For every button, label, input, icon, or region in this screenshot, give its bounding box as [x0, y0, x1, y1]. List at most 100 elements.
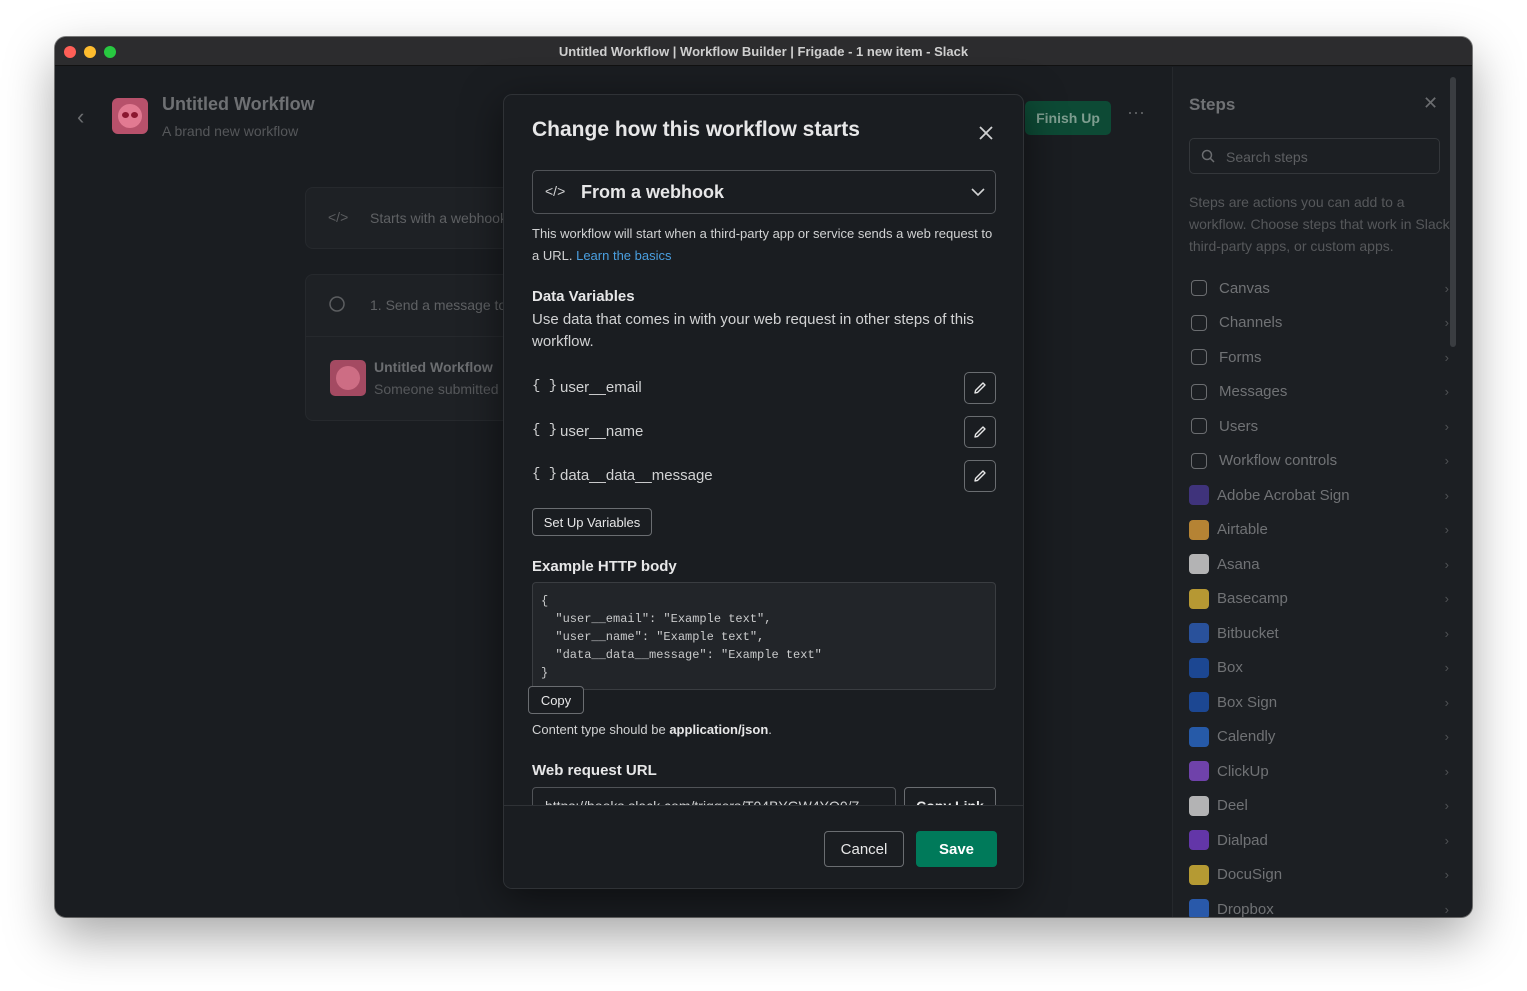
more-options-icon[interactable]: ⋯	[1127, 103, 1146, 124]
edit-variable-button[interactable]	[964, 460, 996, 492]
box-sign-icon	[1189, 692, 1209, 713]
chevron-down-icon	[971, 188, 985, 197]
chevron-right-icon: ›	[1444, 349, 1449, 365]
variable-row: { } user__name	[532, 416, 996, 448]
step-item-label: Users	[1219, 417, 1259, 435]
content-type-note: Content type should be application/json.	[532, 722, 772, 737]
step-item[interactable]: Canvas ›	[1189, 271, 1449, 306]
clickup-icon	[1189, 761, 1209, 782]
braces-icon: { }	[532, 422, 558, 438]
chevron-right-icon: ›	[1444, 867, 1449, 883]
close-icon[interactable]: ✕	[1423, 93, 1438, 114]
message-icon	[328, 295, 346, 316]
step-item[interactable]: ClickUp ›	[1189, 754, 1449, 789]
step-item[interactable]: Dialpad ›	[1189, 823, 1449, 858]
web-request-url-field[interactable]: https://hooks.slack.com/triggers/T04BYGW…	[532, 787, 896, 805]
trigger-type-select[interactable]: </> From a webhook	[532, 170, 996, 214]
step-item[interactable]: Bitbucket ›	[1189, 616, 1449, 651]
step-item-label: Dropbox	[1217, 900, 1274, 917]
box-icon	[1189, 657, 1209, 678]
save-button[interactable]: Save	[916, 831, 997, 867]
step-item[interactable]: Basecamp ›	[1189, 582, 1449, 617]
step-item[interactable]: Deel ›	[1189, 789, 1449, 824]
canvas-icon	[1191, 280, 1207, 297]
window-title: Untitled Workflow | Workflow Builder | F…	[558, 44, 969, 59]
step-item[interactable]: Workflow controls ›	[1189, 444, 1449, 479]
step-item[interactable]: Forms ›	[1189, 340, 1449, 375]
trigger-description: This workflow will start when a third-pa…	[532, 223, 1000, 267]
step-item-label: Forms	[1219, 348, 1262, 366]
variable-name: data__data__message	[560, 467, 713, 484]
slack-icon	[1191, 452, 1207, 469]
step-item[interactable]: Asana ›	[1189, 547, 1449, 582]
chevron-right-icon: ›	[1444, 763, 1449, 779]
chevron-right-icon: ›	[1444, 384, 1449, 400]
pencil-icon	[974, 470, 986, 482]
step-item-label: Deel	[1217, 797, 1248, 815]
trigger-type-label: From a webhook	[581, 182, 725, 202]
modal-title: Change how this workflow starts	[532, 118, 860, 141]
dialpad-icon	[1189, 830, 1209, 851]
step-item[interactable]: DocuSign ›	[1189, 858, 1449, 893]
step-item[interactable]: Airtable ›	[1189, 513, 1449, 548]
data-variables-description: Use data that comes in with your web req…	[532, 311, 974, 350]
workflow-subtitle: A brand new workflow	[162, 123, 299, 139]
step-item[interactable]: Calendly ›	[1189, 720, 1449, 755]
step-item-label: Channels	[1219, 314, 1283, 332]
scrollbar[interactable]	[1450, 77, 1456, 347]
step-list: Canvas › Channels › Forms › Messages › Users › Wor…	[1189, 271, 1449, 917]
close-icon[interactable]	[974, 121, 998, 145]
copy-link-button[interactable]: Copy Link	[904, 787, 996, 805]
calendly-icon	[1189, 726, 1209, 747]
learn-basics-link[interactable]: Learn the basics	[576, 248, 671, 263]
chevron-right-icon: ›	[1444, 315, 1449, 331]
chevron-right-icon: ›	[1444, 453, 1449, 469]
steps-panel: Steps ✕ Steps are actions you can add to…	[1172, 67, 1472, 917]
finish-up-button[interactable]: Finish Up	[1025, 101, 1111, 135]
chevron-right-icon: ›	[1444, 418, 1449, 434]
step-item[interactable]: Dropbox ›	[1189, 892, 1449, 917]
edit-variable-button[interactable]	[964, 416, 996, 448]
variable-name: user__email	[560, 379, 642, 396]
variable-row: { } user__email	[532, 372, 996, 404]
set-up-variables-button[interactable]: Set Up Variables	[532, 508, 652, 536]
chevron-right-icon: ›	[1444, 901, 1449, 917]
hash-icon	[1191, 314, 1207, 331]
step-item-label: Messages	[1219, 383, 1288, 401]
titlebar: Untitled Workflow | Workflow Builder | F…	[55, 37, 1472, 66]
step-item[interactable]: Adobe Acrobat Sign ›	[1189, 478, 1449, 513]
chevron-right-icon: ›	[1444, 832, 1449, 848]
deel-icon	[1189, 795, 1209, 816]
search-input[interactable]	[1226, 147, 1426, 167]
basecamp-icon	[1189, 588, 1209, 609]
app-window: Untitled Workflow | Workflow Builder | F…	[55, 37, 1472, 917]
search-steps[interactable]	[1189, 138, 1440, 174]
copy-button[interactable]: Copy	[528, 686, 584, 714]
step-item-label: Workflow controls	[1219, 452, 1338, 470]
chevron-right-icon: ›	[1444, 280, 1449, 296]
workflow-avatar	[112, 98, 148, 134]
chevron-right-icon: ›	[1444, 729, 1449, 745]
step-item[interactable]: Users ›	[1189, 409, 1449, 444]
step-item[interactable]: Box ›	[1189, 651, 1449, 686]
user-icon	[1191, 418, 1207, 435]
step-item-label: Box Sign	[1217, 693, 1278, 711]
bitbucket-icon	[1189, 623, 1209, 644]
cancel-button[interactable]: Cancel	[824, 831, 904, 867]
step-item[interactable]: Channels ›	[1189, 306, 1449, 341]
step-item[interactable]: Messages ›	[1189, 375, 1449, 410]
edit-variable-button[interactable]	[964, 372, 996, 404]
step-item-label: Box	[1217, 659, 1243, 677]
code-icon: </>	[328, 209, 349, 225]
workflow-title[interactable]: Untitled Workflow	[162, 94, 315, 115]
step-item[interactable]: Box Sign ›	[1189, 685, 1449, 720]
step-item-label: Calendly	[1217, 728, 1276, 746]
step-item-label: Asana	[1217, 555, 1260, 573]
variable-row: { } data__data__message	[532, 460, 996, 492]
step-item-label: Airtable	[1217, 521, 1268, 539]
chevron-right-icon: ›	[1444, 487, 1449, 503]
step-item-label: Bitbucket	[1217, 624, 1279, 642]
message-icon	[1191, 383, 1207, 400]
http-body-text: { "user__email": "Example text", "user__…	[541, 594, 822, 680]
back-arrow-icon[interactable]: ‹	[77, 106, 97, 128]
